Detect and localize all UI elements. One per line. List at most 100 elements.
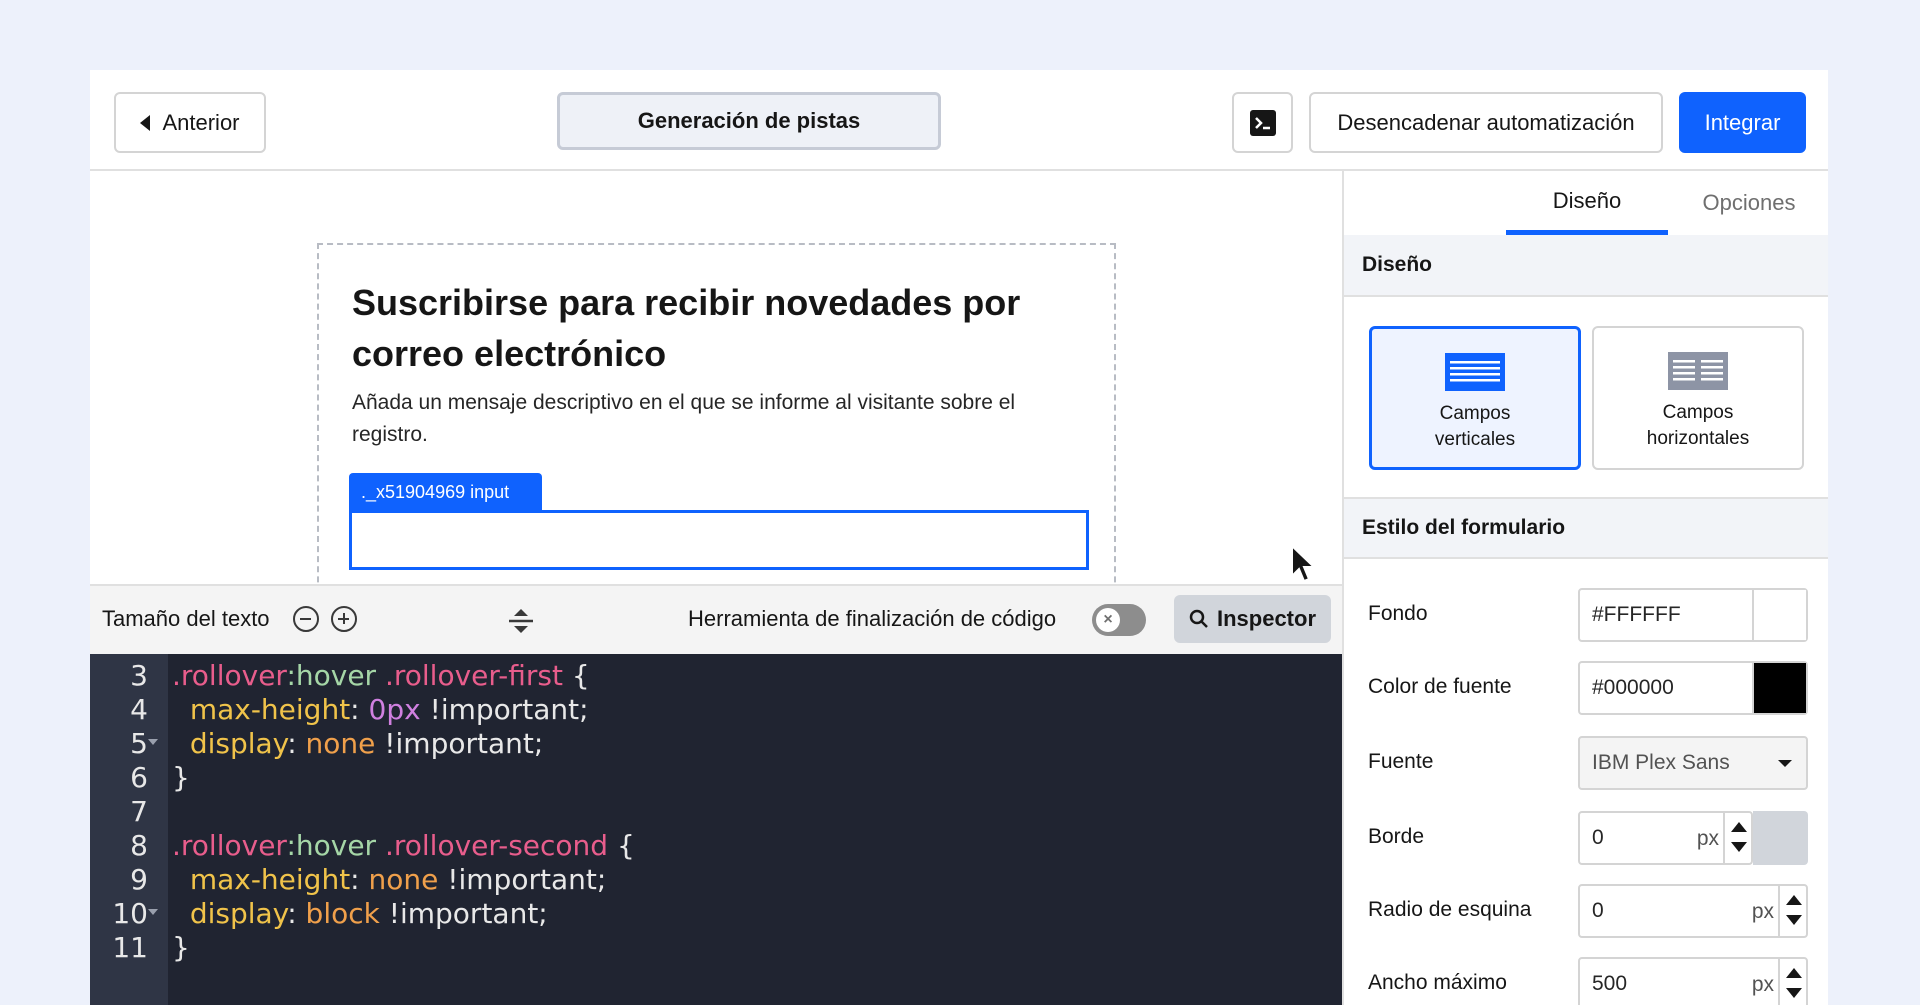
border-unit: px: [1696, 827, 1719, 850]
corner-radius-value: 0: [1592, 899, 1604, 922]
email-input-preview[interactable]: [349, 510, 1089, 570]
font-color-value: #000000: [1592, 676, 1674, 699]
inspector-button[interactable]: Inspector: [1174, 595, 1331, 643]
corner-radius-stepper[interactable]: [1778, 886, 1806, 936]
code-token: :: [287, 897, 306, 930]
code-token: :hover: [286, 829, 377, 862]
code-token: !important;: [438, 863, 607, 896]
code-completion-label: Herramienta de finalización de código: [688, 606, 1057, 631]
max-width-stepper[interactable]: [1778, 959, 1806, 1005]
border-color-swatch[interactable]: [1753, 811, 1808, 865]
border-row: Borde 0 px: [1368, 811, 1808, 865]
border-width-value: 0: [1592, 826, 1604, 849]
border-stepper[interactable]: [1723, 813, 1751, 863]
font-select[interactable]: IBM Plex Sans: [1578, 736, 1808, 790]
code-token: !important;: [379, 897, 548, 930]
line-number: 11: [112, 931, 148, 964]
layout-horizontal-label: Campos horizontales: [1646, 402, 1750, 449]
stepper-down-icon[interactable]: [1786, 915, 1802, 925]
integrate-label: Integrar: [1704, 109, 1781, 135]
code-line[interactable]: 11}: [90, 927, 1342, 968]
code-editor-button[interactable]: [1232, 92, 1293, 153]
background-row: Fondo #FFFFFF: [1368, 588, 1808, 642]
max-width-label: Ancho máximo: [1368, 971, 1507, 994]
code-token: :: [287, 727, 306, 760]
form-description: Añada un mensaje descriptivo en el que s…: [352, 391, 1016, 446]
code-token: max-height: [189, 863, 351, 896]
form-title: Suscribirse para recibir novedades por c…: [352, 282, 1021, 374]
trigger-automation-button[interactable]: Desencadenar automatización: [1309, 92, 1663, 153]
code-token: }: [172, 931, 190, 964]
stepper-up-icon[interactable]: [1786, 895, 1802, 905]
caret-left-icon: [140, 114, 151, 131]
fold-arrow-icon[interactable]: [148, 739, 158, 745]
back-button-label: Anterior: [162, 109, 240, 135]
font-color-swatch[interactable]: [1752, 663, 1806, 713]
code-token: max-height: [189, 693, 351, 726]
code-completion-toggle[interactable]: ×: [1092, 604, 1146, 636]
mouse-cursor-icon: [1291, 544, 1316, 583]
form-preview-card[interactable]: Suscribirse para recibir novedades por c…: [317, 243, 1116, 643]
code-token: none: [368, 863, 439, 896]
background-color-value: #FFFFFF: [1592, 603, 1681, 626]
layout-horizontal-option[interactable]: Campos horizontales: [1592, 326, 1804, 470]
stepper-down-icon[interactable]: [1786, 988, 1802, 998]
form-style-section-heading: Estilo del formulario: [1344, 497, 1828, 559]
layout-vertical-option[interactable]: Campos verticales: [1369, 326, 1581, 470]
font-color-input[interactable]: #000000: [1578, 661, 1808, 715]
integrate-button[interactable]: Integrar: [1679, 92, 1806, 153]
search-icon: [1189, 609, 1208, 628]
code-editor[interactable]: 3 .rollover:hover .rollover-first {4 max-…: [90, 654, 1342, 1005]
background-color-swatch[interactable]: [1752, 590, 1806, 640]
corner-radius-row: Radio de esquina 0 px: [1368, 884, 1808, 938]
inspector-label: Inspector: [1216, 606, 1317, 631]
terminal-icon: [1249, 109, 1276, 136]
max-width-row: Ancho máximo 500 px: [1368, 957, 1808, 1005]
background-color-input[interactable]: #FFFFFF: [1578, 588, 1808, 642]
text-size-label: Tamaño del texto: [102, 606, 270, 631]
horizontal-fields-icon: [1668, 352, 1728, 390]
code-token: {: [608, 829, 635, 862]
code-token: :hover: [286, 659, 377, 692]
font-label: Fuente: [1368, 750, 1434, 773]
back-button[interactable]: Anterior: [114, 92, 266, 153]
app-window: Anterior Generación de pistas Desencaden…: [90, 70, 1828, 1005]
form-name-label: Generación de pistas: [637, 108, 861, 133]
code-token: .rollover: [172, 659, 287, 692]
fold-arrow-icon[interactable]: [148, 909, 158, 915]
code-token: display: [189, 897, 288, 930]
max-width-value: 500: [1592, 972, 1628, 995]
stepper-up-icon[interactable]: [1786, 968, 1802, 978]
code-token: {: [562, 659, 590, 692]
stepper-up-icon[interactable]: [1731, 822, 1747, 832]
form-name-field[interactable]: Generación de pistas: [557, 92, 941, 150]
tab-design[interactable]: Diseño: [1506, 171, 1668, 235]
layout-section-heading: Diseño: [1344, 235, 1828, 297]
code-token: block: [305, 897, 380, 930]
corner-radius-label: Radio de esquina: [1368, 898, 1532, 921]
vertical-fields-icon: [1445, 353, 1505, 391]
resize-handle-icon[interactable]: [507, 608, 535, 634]
tab-design-label: Diseño: [1552, 187, 1622, 213]
toggle-off-icon: ×: [1096, 608, 1120, 632]
code-token: none: [305, 727, 376, 760]
increase-text-size-icon[interactable]: [331, 606, 357, 632]
decrease-text-size-icon[interactable]: [293, 606, 319, 632]
corner-radius-input[interactable]: 0 px: [1578, 884, 1808, 938]
properties-panel: Diseño Opciones Diseño Campos verticales: [1342, 171, 1828, 1005]
code-token: display: [189, 727, 288, 760]
stepper-down-icon[interactable]: [1731, 842, 1747, 852]
code-token: .rollover-first: [384, 659, 563, 692]
code-token: !important;: [375, 727, 544, 760]
selected-element-tag: ._x51904969 input: [349, 473, 542, 511]
tab-options[interactable]: Opciones: [1668, 171, 1828, 235]
code-token: !important;: [420, 693, 589, 726]
code-text: }: [172, 927, 190, 968]
font-row: Fuente IBM Plex Sans: [1368, 736, 1808, 790]
max-width-input[interactable]: 500 px: [1578, 957, 1808, 1005]
border-width-input[interactable]: 0 px: [1578, 811, 1753, 865]
